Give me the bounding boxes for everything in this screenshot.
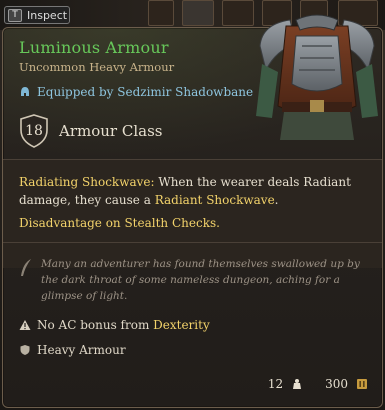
item-rarity-type: Uncommon Heavy Armour bbox=[19, 60, 175, 74]
helmet-icon bbox=[21, 87, 29, 96]
armour-shield-icon bbox=[20, 345, 30, 355]
stealth-disadvantage: Disadvantage on Stealth Checks. bbox=[19, 216, 220, 230]
inspect-button[interactable]: T Inspect bbox=[4, 6, 70, 24]
inspect-key-hint: T bbox=[8, 8, 22, 22]
flavor-text: Many an adventurer has found themselves … bbox=[41, 258, 360, 302]
radiant-shockwave-link[interactable]: Radiant Shockwave bbox=[155, 193, 275, 207]
item-description: Radiating Shockwave: When the wearer dea… bbox=[19, 175, 351, 207]
equipped-by-line: Equipped by Sedzimir Shadowbane bbox=[19, 85, 253, 99]
shield-icon: 18 bbox=[19, 114, 49, 148]
passive-name: Radiating Shockwave: bbox=[19, 175, 155, 189]
gold-value: 300 bbox=[325, 377, 348, 391]
armour-class-label: Armour Class bbox=[59, 122, 163, 140]
flavor-text-block: Many an adventurer has found themselves … bbox=[19, 256, 364, 304]
armour-class-row: 18 Armour Class bbox=[19, 114, 162, 148]
hotbar-slot[interactable] bbox=[182, 0, 214, 26]
gold-coin-icon bbox=[357, 379, 367, 389]
item-footer: 12 300 bbox=[268, 377, 368, 391]
armour-type-label: Heavy Armour bbox=[37, 343, 126, 357]
weight-icon bbox=[293, 379, 302, 389]
warning-icon bbox=[19, 320, 31, 330]
item-name: Luminous Armour bbox=[19, 38, 169, 57]
inspect-label: Inspect bbox=[27, 8, 68, 22]
dexterity-link[interactable]: Dexterity bbox=[153, 318, 210, 332]
hotbar-slot[interactable] bbox=[148, 0, 174, 26]
no-ac-bonus-note: No AC bonus from Dexterity bbox=[19, 318, 210, 332]
weight-value: 12 bbox=[267, 377, 284, 391]
quill-icon bbox=[21, 259, 31, 276]
armour-image bbox=[256, 14, 378, 140]
divider bbox=[3, 242, 382, 243]
armour-type-note: Heavy Armour bbox=[19, 343, 126, 357]
hotbar-slot[interactable] bbox=[222, 0, 254, 26]
equipped-by-text: Equipped by Sedzimir Shadowbane bbox=[37, 85, 254, 99]
armour-class-value: 18 bbox=[25, 123, 43, 139]
divider bbox=[3, 159, 382, 160]
